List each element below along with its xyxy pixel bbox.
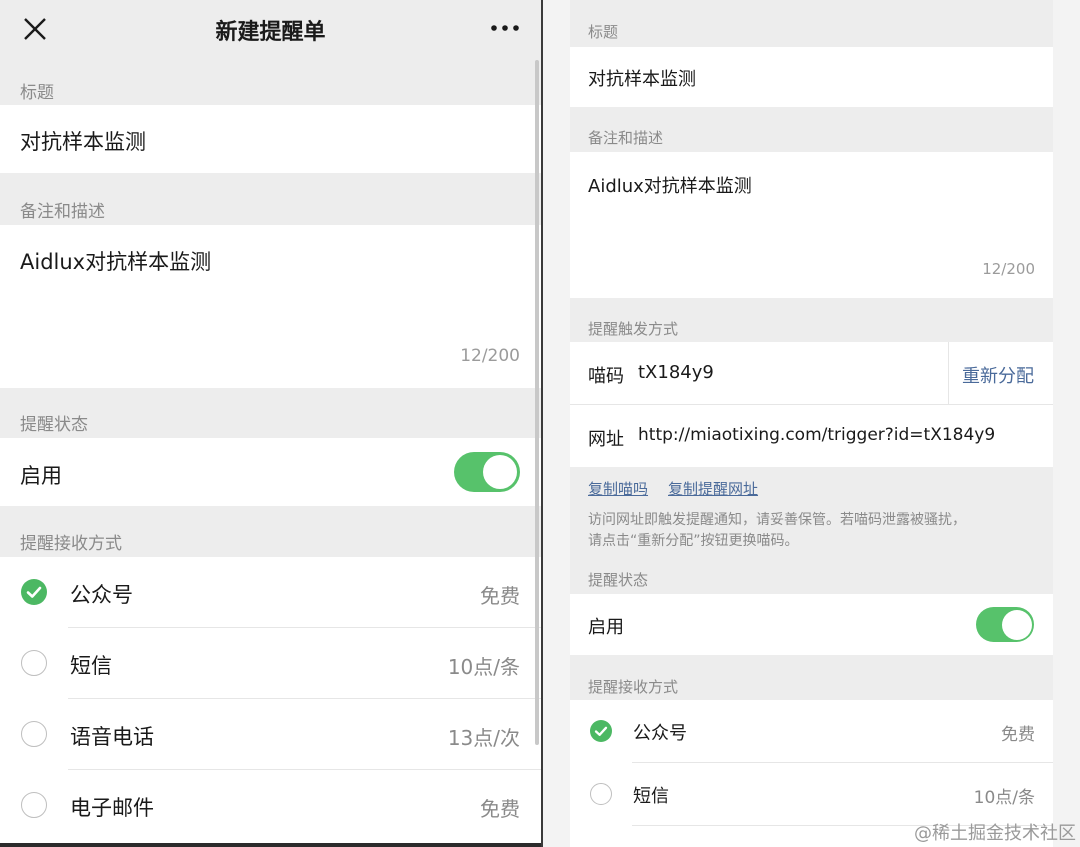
desc-field[interactable]: Aidlux对抗样本监测 12/200: [0, 225, 541, 388]
status-section-label: 提醒状态: [20, 415, 88, 435]
status-toggle[interactable]: [976, 607, 1034, 642]
method-price: 免费: [480, 584, 520, 608]
copy-code-link[interactable]: 复制喵吗: [588, 478, 648, 499]
panel-separator: [541, 0, 543, 847]
method-item-email[interactable]: 电子邮件 免费: [0, 770, 541, 840]
url-value: http://miaotixing.com/trigger?id=tX184y9: [638, 425, 996, 445]
method-price: 10点/条: [973, 788, 1035, 808]
toggle-knob: [483, 455, 517, 489]
title-section-label: 标题: [20, 83, 54, 103]
status-toggle[interactable]: [454, 452, 520, 492]
code-label: 喵码: [588, 366, 624, 387]
title-section-label: 标题: [588, 23, 619, 41]
trigger-section-label: 提醒触发方式: [588, 320, 679, 338]
status-section-label: 提醒状态: [588, 571, 649, 589]
method-price: 13点/次: [447, 726, 520, 750]
divider: [948, 342, 949, 404]
gap: [541, 0, 570, 847]
copy-url-link[interactable]: 复制提醒网址: [668, 478, 758, 499]
receive-section-label: 提醒接收方式: [588, 678, 679, 696]
method-price: 免费: [1001, 725, 1035, 745]
notice-line-2: 请点击“重新分配”按钮更换喵码。: [588, 533, 799, 549]
toggle-knob: [1001, 609, 1032, 640]
desc-section-label: 备注和描述: [20, 202, 105, 222]
method-price: 免费: [480, 797, 520, 821]
code-row: 喵码 tX184y9 重新分配: [570, 342, 1053, 404]
status-label: 启用: [20, 464, 62, 488]
right-margin: [1053, 0, 1080, 847]
status-label: 启用: [588, 617, 624, 638]
desc-counter: 12/200: [982, 260, 1035, 278]
bottom-edge: [0, 843, 541, 847]
radio-icon: [21, 721, 47, 747]
right-screen: 标题 对抗样本监测 备注和描述 Aidlux对抗样本监测 12/200 提醒触发…: [570, 0, 1053, 847]
checked-icon: [590, 720, 612, 742]
method-label: 语音电话: [70, 725, 154, 749]
method-price: 10点/条: [447, 655, 520, 679]
title-field[interactable]: 对抗样本监测: [0, 105, 541, 173]
status-row: 启用: [570, 594, 1053, 655]
url-label: 网址: [588, 429, 624, 450]
method-item-wechat[interactable]: 公众号 免费: [0, 557, 541, 627]
desc-value: Aidlux对抗样本监测: [20, 250, 212, 274]
status-row: 启用: [0, 438, 541, 506]
receive-list: 公众号 免费 短信 10点/条 语音电话 13点/次 电子邮件 免费: [0, 557, 541, 847]
scrollbar[interactable]: [535, 60, 539, 745]
method-item-wechat[interactable]: 公众号 免费: [570, 700, 1053, 762]
radio-icon: [21, 792, 47, 818]
code-value: tX184y9: [638, 362, 714, 383]
watermark: @稀土掘金技术社区: [914, 823, 1076, 844]
radio-icon: [21, 650, 47, 676]
method-label: 短信: [633, 786, 669, 807]
notice-line-1: 访问网址即触发提醒通知，请妥善保管。若喵码泄露被骚扰，: [588, 512, 966, 528]
page-title: 新建提醒单: [215, 20, 326, 45]
method-label: 电子邮件: [70, 796, 154, 820]
method-label: 公众号: [633, 723, 687, 744]
left-screen: 新建提醒单 标题 对抗样本监测 备注和描述 Aidlux对抗样本监测 12/20…: [0, 0, 541, 847]
method-label: 公众号: [70, 583, 133, 607]
method-item-sms[interactable]: 短信 10点/条: [0, 628, 541, 698]
receive-section-label: 提醒接收方式: [20, 534, 122, 554]
title-value: 对抗样本监测: [20, 130, 146, 154]
method-item-sms[interactable]: 短信 10点/条: [570, 763, 1053, 825]
method-label: 短信: [70, 654, 112, 678]
desc-field[interactable]: Aidlux对抗样本监测 12/200: [570, 152, 1053, 298]
more-icon[interactable]: [490, 18, 520, 38]
desc-section-label: 备注和描述: [588, 129, 664, 147]
radio-icon: [590, 783, 612, 805]
desc-counter: 12/200: [460, 346, 520, 366]
url-row: 网址 http://miaotixing.com/trigger?id=tX18…: [570, 405, 1053, 467]
desc-value: Aidlux对抗样本监测: [588, 176, 752, 197]
checked-icon: [21, 579, 47, 605]
method-item-voice[interactable]: 语音电话 13点/次: [0, 699, 541, 769]
title-value: 对抗样本监测: [588, 69, 696, 90]
title-field[interactable]: 对抗样本监测: [570, 47, 1053, 107]
reassign-button[interactable]: 重新分配: [962, 362, 1034, 388]
